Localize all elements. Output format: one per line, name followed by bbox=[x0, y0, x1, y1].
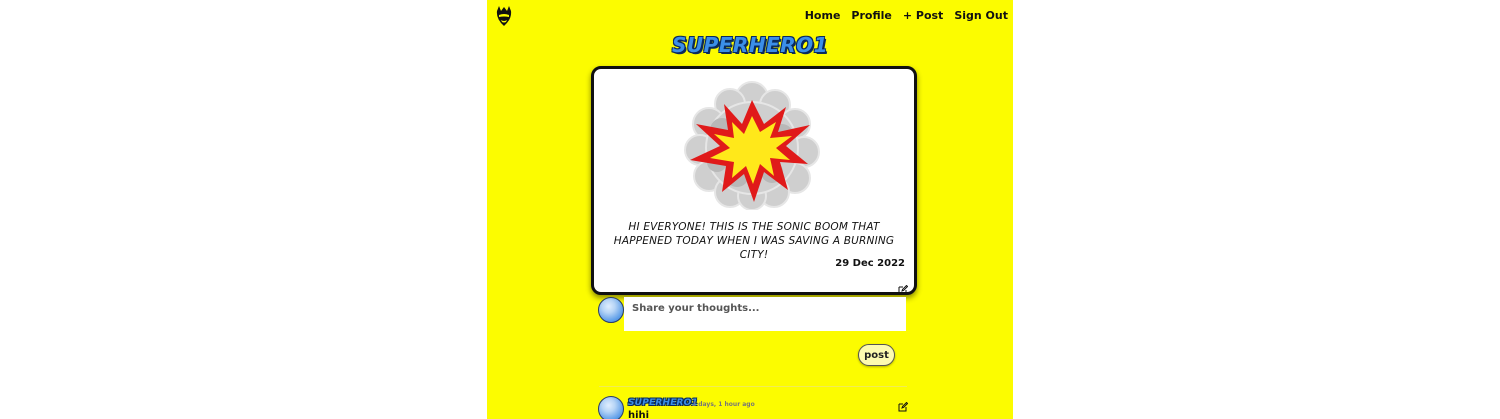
comment-text: hihi bbox=[628, 410, 650, 419]
edit-pencil-icon[interactable] bbox=[898, 282, 909, 295]
comment-author[interactable]: SUPERHERO1 bbox=[628, 398, 698, 408]
top-nav: Home Profile + Post Sign Out bbox=[805, 9, 1008, 22]
nav-sign-out-link[interactable]: Sign Out bbox=[954, 9, 1008, 22]
nav-profile-link[interactable]: Profile bbox=[851, 9, 891, 22]
app-container: Home Profile + Post Sign Out SUPERHERO1 bbox=[487, 0, 1013, 419]
comments-divider bbox=[599, 386, 907, 387]
nav-new-post-link[interactable]: + Post bbox=[903, 9, 943, 22]
post-caption: Hi everyone! This is the sonic boom that… bbox=[613, 221, 895, 261]
nav-home-link[interactable]: Home bbox=[805, 9, 841, 22]
comment-edit-pencil-icon[interactable] bbox=[898, 399, 909, 412]
post-date: 29 Dec 2022 bbox=[835, 258, 905, 269]
post-card: Hi everyone! This is the sonic boom that… bbox=[591, 66, 917, 295]
sonic-boom-explosion-image bbox=[682, 80, 822, 211]
post-comment-button[interactable]: post bbox=[858, 344, 895, 366]
comment-timestamp: 2 days, 1 hour ago bbox=[692, 401, 755, 408]
composer-avatar bbox=[598, 297, 624, 323]
comment-avatar bbox=[598, 396, 624, 419]
hero-mask-logo-icon[interactable] bbox=[495, 5, 513, 27]
share-thoughts-input[interactable] bbox=[624, 297, 906, 331]
profile-username-title[interactable]: SUPERHERO1 bbox=[487, 33, 1013, 57]
